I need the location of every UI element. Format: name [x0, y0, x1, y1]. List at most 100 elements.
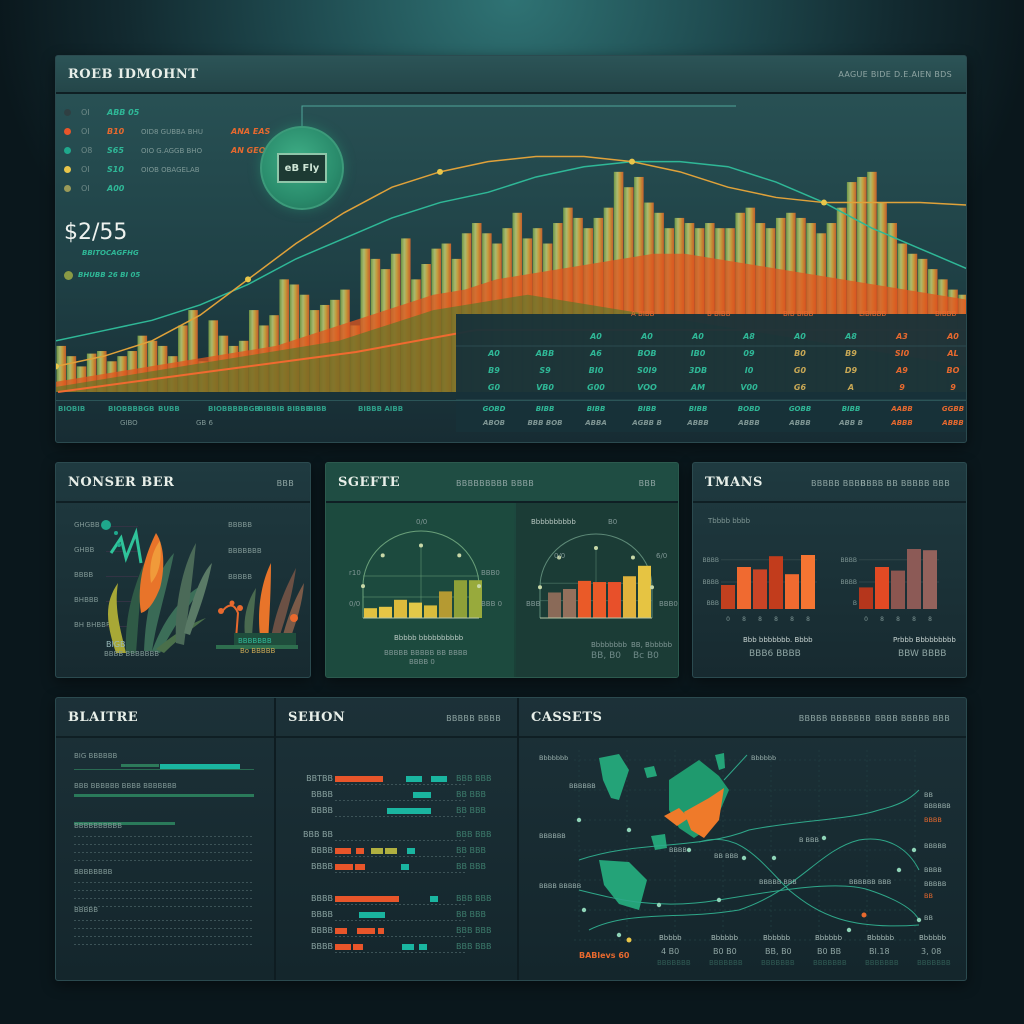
sehon-row-value: BB BBB [456, 846, 486, 855]
stat-sub: BBBBBBB [917, 959, 951, 967]
sehon-row-label: BBBB [311, 806, 333, 815]
gauge2-right-label: 6/0 [656, 552, 668, 560]
nonser-panel: NONSER BER BBB GHGBB GHBB BBBB BHBBB BH BHBB… [55, 462, 311, 678]
map-node [616, 932, 622, 938]
gauge1-left-label: r10 [349, 569, 361, 577]
stat-sub: BBBBBBB [709, 959, 743, 967]
nonser-caption-2: BBBB BBBBBBB [104, 650, 160, 658]
map-node [741, 855, 747, 861]
gauge-bar [563, 589, 576, 618]
sehon-row-line [335, 952, 467, 953]
grid-cell: BO [946, 366, 960, 375]
grid-cell: A0 [794, 332, 806, 341]
grid-cell: SI0 [894, 349, 910, 358]
grid-footer: GGBB [941, 405, 965, 413]
grid-cell: 9 [950, 383, 956, 392]
bar [801, 555, 815, 609]
grid-footer: GOBB [788, 405, 812, 413]
landmass [651, 834, 667, 850]
stat-value: BI.18 [869, 947, 890, 956]
sehon-row-value: BB BBB [456, 862, 486, 871]
map-right-label: BBBB [924, 816, 942, 824]
map-right-label: BB [924, 914, 933, 922]
tmans-chart-right: 0 8 8 8 8BBBBBBBBB [841, 549, 939, 623]
timeline-bar [356, 848, 364, 854]
x-tick-label: 8 [806, 616, 810, 623]
overview-panel: ROEB IDMOHNT AAGUE BIDE D.E.AIEN BDS OI A… [55, 55, 967, 443]
nonser-caption-4: Bo BBBBB [240, 647, 276, 655]
grid-footer: BOBD [737, 405, 761, 413]
gauge-marker [477, 584, 481, 589]
grid-cell: VOO [637, 383, 657, 392]
grid-cell: A9 [896, 366, 908, 375]
blatre-header: BLAITRE [56, 698, 274, 738]
grid-cell: BI0 [588, 366, 604, 375]
divider [274, 698, 276, 980]
gauge-bar [454, 580, 467, 618]
cassets-meta-2: BBBB BBBBB BBB [874, 714, 950, 723]
tmans-meta-2: BBBB BB BBBBB BBB [860, 479, 950, 488]
grid-footer-sub: AGBB B [632, 419, 662, 427]
bar [769, 556, 783, 609]
timeline-bar [335, 848, 351, 854]
gauge2-caption-right: BB, Bbbbbb [631, 641, 673, 649]
line-point [245, 276, 251, 283]
axis-label: BIBBB AIBB [358, 405, 404, 413]
sehon-row-label: BBBB [311, 846, 333, 855]
map-node [821, 835, 827, 841]
y-tick-label: BBBB [703, 557, 719, 564]
line-point [821, 199, 827, 206]
stat-label: Bbbbbb [815, 934, 843, 942]
tmans-chart2-caption: Prbbb Bbbbbbbbb [893, 636, 956, 644]
sehon-row-line [335, 800, 467, 801]
x-tick-label: 8 [880, 616, 884, 623]
gauge2-value-right: Bc B0 [633, 651, 659, 661]
map-right-label: BB [924, 791, 933, 799]
grid-header: BIB BIBB [783, 310, 814, 318]
coin-badge[interactable]: eB Fly [260, 126, 344, 210]
map-right-label: BBBBBB [924, 802, 951, 810]
cassets-bottom-left: BABlevs 60 [579, 951, 629, 960]
grid-footer: BIBB [841, 405, 861, 413]
gauge-marker [380, 553, 385, 558]
x-tick-label: 8 [774, 616, 778, 623]
tmans-title: TMANS [705, 474, 763, 490]
sehon-row-line [335, 856, 467, 857]
axis-label: BIOBIB [58, 405, 86, 413]
gauge1-caption: Bbbbb bbbbbbbbbb [394, 634, 464, 642]
gauge2-bottom-left: BBB [526, 600, 541, 608]
map-label: BBBBBB [569, 782, 596, 790]
sgete-title: SGEFTE [338, 474, 401, 490]
bar [737, 567, 751, 609]
stat-sub: BBBBBBB [865, 959, 899, 967]
map-node [686, 847, 692, 853]
grid-footer: BIBB [688, 405, 708, 413]
world-map-chart[interactable]: BbbbbbbBBBBBBBBBBBBBBBB BBBBBBbbbbbBBBBB… [519, 740, 967, 980]
y-tick-label: BBBB [841, 579, 857, 586]
tmans-chart1-caption: Bbb bbbbbbb. Bbbb [743, 636, 813, 644]
x-tick-label: 8 [928, 616, 932, 623]
grid-header: BIBBB [935, 310, 957, 318]
grid-cell: A0 [692, 332, 704, 341]
axis-label: BIBB [308, 405, 327, 413]
sehon-meta: BBBBB BBBB [446, 714, 501, 723]
grid-cell: D9 [844, 366, 858, 375]
timeline-bar [430, 896, 438, 902]
gauge-bar [638, 565, 651, 618]
grid-cell: BOB [637, 349, 657, 358]
x-tick-label: 8 [790, 616, 794, 623]
placeholder-line [74, 852, 254, 853]
gauge-bar [578, 580, 591, 618]
placeholder-line [74, 882, 254, 883]
connector-line [301, 105, 736, 126]
timeline-bar [353, 944, 363, 950]
timeline-bar [335, 944, 351, 950]
tmans-meta-1: BBBBB BBBB [811, 479, 866, 488]
placeholder-line [74, 898, 254, 899]
cassets-bottom-left-label: BABlevs 60 [579, 951, 630, 960]
gauge1-sub-2: BBBB 0 [409, 658, 435, 666]
stat-label: Bbbbbb [867, 934, 895, 942]
grid-cell: G00 [587, 383, 605, 392]
map-label: Bbbbbb [751, 754, 776, 762]
timeline-bar [402, 944, 414, 950]
